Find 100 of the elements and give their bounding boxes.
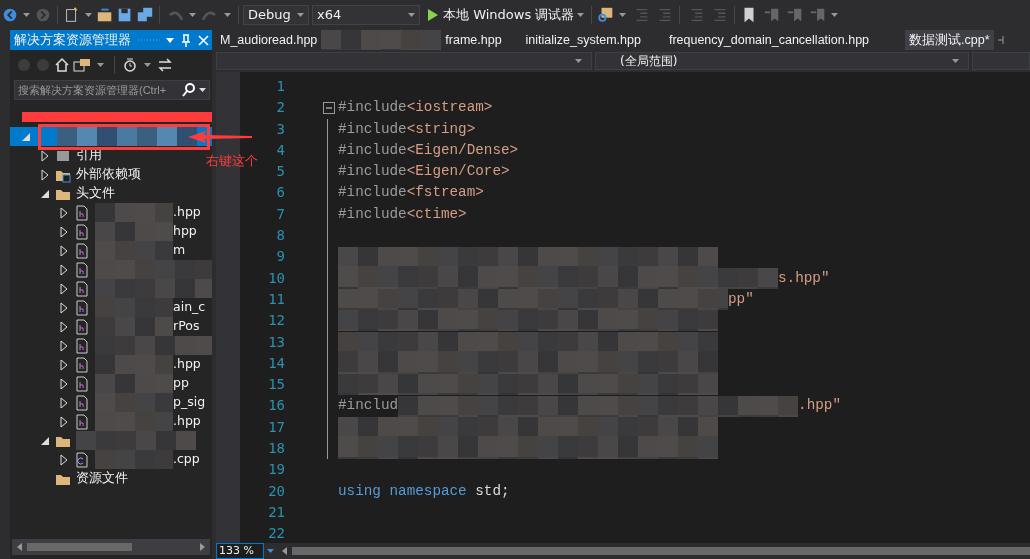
tree-item[interactable]: hpp [10, 222, 212, 241]
caret-icon[interactable] [619, 13, 627, 17]
item-label: p_sig [173, 393, 206, 412]
horizontal-scrollbar[interactable] [12, 539, 210, 555]
caret-icon[interactable] [97, 63, 104, 67]
switch-views-icon[interactable] [73, 57, 91, 73]
tree-item[interactable]: ain_c [10, 298, 212, 317]
collapsed-arrow-icon[interactable] [58, 415, 70, 428]
search-icon[interactable] [182, 83, 196, 97]
code-line: s.hpp" [778, 268, 830, 288]
code-line: #includ [338, 396, 399, 416]
pin-tab-icon[interactable] [996, 35, 1005, 45]
collapse-icon[interactable] [323, 101, 335, 114]
caret-icon [408, 13, 415, 17]
collapsed-arrow-icon[interactable] [58, 396, 70, 409]
platform-dropdown[interactable]: x64 [312, 5, 420, 25]
line-number: 17 [268, 418, 285, 435]
line-number: 6 [276, 184, 285, 201]
item-label: ain_c [173, 298, 206, 317]
header-file-icon [74, 299, 90, 316]
caret-icon[interactable] [267, 549, 274, 553]
item-label: .hpp [173, 355, 201, 374]
scope-dropdown[interactable]: (全局范围) [595, 52, 969, 70]
collapsed-arrow-icon[interactable] [58, 320, 70, 333]
caret-icon[interactable] [144, 63, 151, 67]
tree-item[interactable]: 头文件 [10, 184, 212, 203]
collapsed-arrow-icon[interactable] [58, 301, 70, 314]
line-number: 10 [268, 269, 285, 286]
tree-item[interactable]: 资源文件 [10, 469, 212, 488]
editor-tab[interactable]: initialize_system.hpp [521, 30, 645, 50]
tree-item[interactable]: rPos [10, 317, 212, 336]
code-line: #include<iostream> [338, 98, 493, 118]
header-file-icon [74, 204, 90, 221]
collapsed-arrow-icon[interactable] [39, 149, 51, 162]
item-label: 资源文件 [76, 469, 128, 488]
search-field[interactable]: 搜索解决方案资源管理器(Ctrl+ [14, 80, 210, 100]
line-number: 18 [268, 440, 285, 457]
caret-icon[interactable] [577, 13, 585, 17]
close-icon[interactable] [198, 34, 209, 46]
collapsed-arrow-icon[interactable] [58, 377, 70, 390]
collapsed-arrow-icon[interactable] [58, 453, 70, 466]
tree-item[interactable]: pp [10, 374, 212, 393]
header-file-icon [74, 261, 90, 278]
caret-icon[interactable] [189, 13, 196, 17]
tree-item[interactable]: m [10, 241, 212, 260]
caret-icon[interactable] [85, 13, 92, 17]
collapsed-arrow-icon[interactable] [58, 263, 70, 276]
editor-tab[interactable]: frame.hpp [441, 30, 506, 50]
collapsed-arrow-icon[interactable] [39, 168, 51, 181]
pin-icon[interactable] [180, 33, 192, 47]
tree-item[interactable]: .hpp [10, 355, 212, 374]
line-number: 1 [276, 78, 285, 94]
code-line: #include<Eigen/Core> [338, 162, 510, 182]
zoom-field[interactable]: 133 % [216, 543, 264, 559]
caret-icon[interactable] [23, 13, 30, 17]
collapsed-arrow-icon[interactable] [58, 339, 70, 352]
caret-icon[interactable] [166, 37, 174, 43]
caret-icon [297, 13, 304, 17]
collapsed-arrow-icon[interactable] [58, 358, 70, 371]
collapsed-arrow-icon[interactable] [58, 282, 70, 295]
header-file-icon [74, 413, 90, 430]
scroll-left-icon[interactable] [15, 542, 23, 552]
editor-tab[interactable]: M_audioread.hpp [216, 30, 322, 50]
caret-icon[interactable] [224, 13, 231, 17]
editor-tab[interactable]: 数据测试.cpp* [905, 30, 994, 50]
tree-item[interactable]: .cpp [10, 450, 212, 469]
code-line: #include<Eigen/Dense> [338, 140, 519, 160]
caret-icon [952, 59, 959, 63]
code-line: pp" [728, 289, 754, 309]
panel-title: 解决方案资源管理器 [14, 30, 131, 49]
caret-icon[interactable] [831, 13, 839, 17]
line-number: 16 [268, 397, 285, 414]
home-icon[interactable] [54, 57, 70, 73]
scroll-right-icon[interactable] [199, 542, 207, 552]
tree-item[interactable]: .hpp [10, 203, 212, 222]
tree-item[interactable]: p_sig [10, 393, 212, 412]
collapsed-arrow-icon[interactable] [58, 244, 70, 257]
scroll-left-icon[interactable] [280, 546, 288, 556]
sync-icon[interactable] [157, 57, 173, 73]
code-line: #include<ctime> [338, 204, 467, 224]
tree-item[interactable]: .hpp [10, 412, 212, 431]
line-number: 11 [268, 290, 285, 307]
code-line: #include<string> [338, 119, 476, 139]
header-file-icon [74, 223, 90, 240]
caret-icon [575, 59, 582, 63]
scrollbar-thumb[interactable] [27, 543, 132, 551]
clock-icon[interactable] [122, 57, 138, 73]
collapsed-arrow-icon[interactable] [58, 225, 70, 238]
header-file-icon [74, 280, 90, 297]
item-label: rPos [173, 317, 200, 336]
editor-tab[interactable]: frequency_domain_cancellation.hpp [664, 30, 874, 50]
run-button[interactable]: 本地 Windows 调试器 [426, 5, 575, 25]
caret-icon[interactable] [199, 88, 206, 92]
item-label: pp [173, 374, 189, 393]
configuration-dropdown[interactable]: Debug [243, 5, 309, 25]
item-label: 外部依赖项 [76, 165, 141, 184]
line-number: 21 [268, 503, 285, 520]
scrollbar-thumb[interactable] [292, 547, 1030, 555]
collapsed-arrow-icon[interactable] [58, 206, 70, 219]
header-file-icon [74, 337, 90, 354]
